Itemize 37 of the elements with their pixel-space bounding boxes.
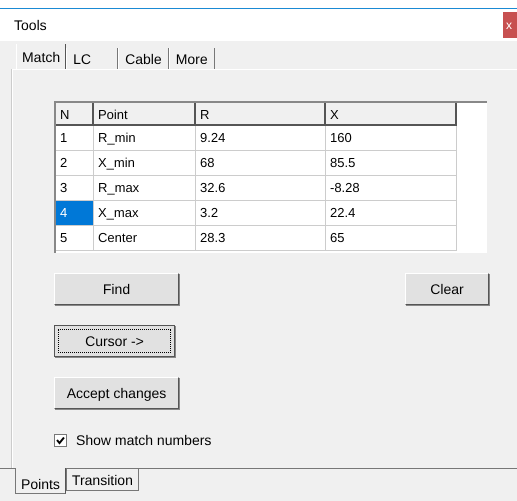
table-cell: 28.3: [196, 226, 326, 251]
close-button[interactable]: x: [503, 12, 517, 38]
window-title: Tools: [14, 17, 47, 33]
table-cell[interactable]: 2: [56, 151, 94, 176]
table-cell: 160: [326, 126, 457, 151]
table-cell: X_min: [94, 151, 196, 176]
table-cell: -8.28: [326, 176, 457, 201]
table-cell[interactable]: 5: [56, 226, 94, 251]
table-cell[interactable]: 1: [56, 126, 94, 151]
tab[interactable]: More: [168, 48, 215, 69]
tab[interactable]: Match: [16, 44, 66, 69]
table-cell: 9.24: [196, 126, 326, 151]
tab[interactable]: LC: [66, 48, 118, 69]
table-cell: 3.2: [196, 201, 326, 226]
column-header: R: [196, 103, 326, 126]
table-cell: 65: [326, 226, 457, 251]
clear-button[interactable]: Clear: [405, 273, 489, 305]
table-cell: R_max: [94, 176, 196, 201]
checkbox[interactable]: [54, 434, 67, 446]
column-header: N: [56, 103, 94, 126]
tab[interactable]: Cable: [118, 48, 169, 69]
cursor-button[interactable]: Cursor ->: [54, 325, 175, 357]
find-button[interactable]: Find: [54, 273, 179, 305]
table-cell: 85.5: [326, 151, 457, 176]
checkbox-label[interactable]: Show match numbers: [76, 432, 212, 448]
table-cell: 32.6: [196, 176, 326, 201]
table-cell: 22.4: [326, 201, 457, 226]
column-header: Point: [94, 103, 196, 126]
tab[interactable]: Transition: [66, 469, 139, 491]
tab[interactable]: Points: [15, 468, 66, 494]
table-cell[interactable]: 4: [56, 201, 94, 226]
table-cell: 68: [196, 151, 326, 176]
table-cell: Center: [94, 226, 196, 251]
table-cell: X_max: [94, 201, 196, 226]
table-cell: R_min: [94, 126, 196, 151]
accept-changes-button[interactable]: Accept changes: [54, 377, 179, 409]
column-header: X: [326, 103, 457, 126]
